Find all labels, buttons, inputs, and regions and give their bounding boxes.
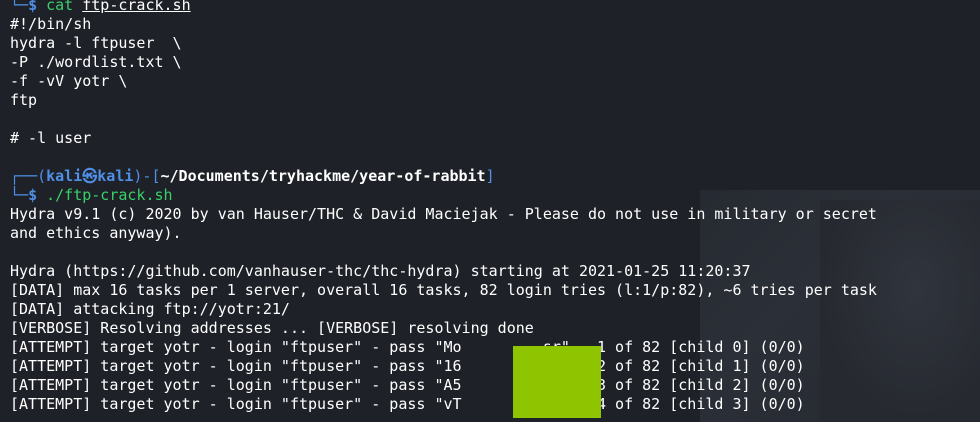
prompt-at-icon: ㉿: [82, 167, 98, 185]
prompt-dollar: $: [28, 0, 38, 14]
output-line: [VERBOSE] Resolving addresses ... [VERBO…: [10, 319, 534, 337]
script-line: -f -vV yotr \: [10, 72, 128, 90]
shell-prompt-header: ┌──(kali㉿kali)-[~/Documents/tryhackme/ye…: [10, 167, 980, 186]
output-line: [ATTEMPT] target yotr - login "ftpuser" …: [10, 376, 805, 394]
shell-prompt-command: └─$ ./ftp-crack.sh: [10, 186, 980, 205]
terminal-window[interactable]: └─$ cat ftp-crack.sh #!/bin/sh hydra -l …: [0, 0, 980, 422]
prompt-dollar: $: [28, 186, 38, 204]
output-line: and ethics anyway).: [10, 224, 182, 242]
top-prompt-line: └─$ cat ftp-crack.sh: [10, 0, 980, 15]
prompt-open-paren: (: [37, 167, 47, 185]
prompt-corner-top: ┌──: [10, 167, 38, 185]
prompt-separator: )-[: [133, 167, 161, 185]
output-line: Hydra v9.1 (c) 2020 by van Hauser/THC & …: [10, 205, 877, 223]
script-line: -P ./wordlist.txt \: [10, 53, 182, 71]
command-argument: ftp-crack.sh: [82, 0, 191, 14]
terminal-output: └─$ cat ftp-crack.sh #!/bin/sh hydra -l …: [10, 0, 980, 414]
output-line: Hydra (https://github.com/vanhauser-thc/…: [10, 262, 751, 280]
output-line: [DATA] attacking ftp://yotr:21/: [10, 300, 290, 318]
prompt-path: ~/Documents/tryhackme/year-of-rabbit: [160, 167, 486, 185]
output-line: [ATTEMPT] target yotr - login "ftpuser" …: [10, 357, 805, 375]
script-line: [10, 148, 980, 167]
command-text: ./ftp-crack.sh: [46, 186, 173, 204]
script-line: #!/bin/sh: [10, 15, 92, 33]
prompt-corner-bottom: └─: [10, 186, 29, 204]
script-line: # -l user: [10, 129, 92, 147]
prompt-corner: └─: [10, 0, 29, 14]
output-line: [ATTEMPT] target yotr - login "ftpuser" …: [10, 395, 805, 413]
prompt-close-bracket: ]: [485, 167, 495, 185]
prompt-user: kali: [46, 167, 83, 185]
redaction-box: [513, 346, 601, 418]
script-line: [10, 110, 980, 129]
output-line: [DATA] max 16 tasks per 1 server, overal…: [10, 281, 877, 299]
script-line: ftp: [10, 91, 38, 109]
prompt-host: kali: [97, 167, 134, 185]
script-line: hydra -l ftpuser \: [10, 34, 182, 52]
output-line: [ATTEMPT] target yotr - login "ftpuser" …: [10, 338, 805, 356]
command-name: cat: [46, 0, 74, 14]
